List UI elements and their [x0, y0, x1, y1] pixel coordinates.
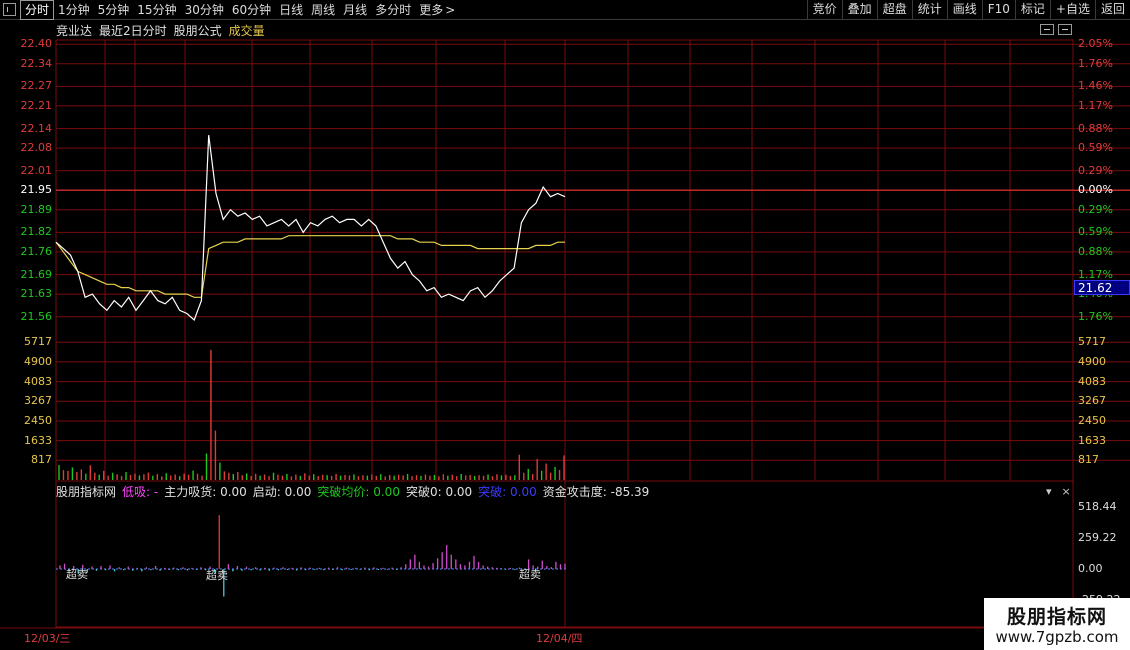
price-tick-label: 22.34: [20, 56, 53, 70]
price-tick-label: 22.08: [20, 141, 53, 155]
volume-tick-label: 3267: [24, 394, 52, 408]
indicator-tick-label: 518.44: [1078, 500, 1117, 513]
percent-tick-label: 1.46%: [1078, 79, 1113, 93]
percent-tick-label: 1.76%: [1078, 56, 1113, 70]
price-tick-label: 22.21: [20, 98, 53, 112]
indicator-name: 股朋指标网: [56, 484, 117, 499]
volume-tick-label: 1633: [24, 433, 52, 447]
volume-tick-label: 817: [31, 453, 52, 467]
date-label-day2: 12/04/四: [536, 632, 583, 645]
volume-tick-label: 2450: [1078, 413, 1106, 427]
percent-tick-label: 1.17%: [1078, 267, 1113, 281]
indicator-start: 启动: 0.00: [252, 484, 312, 499]
percent-tick-label: 0.59%: [1078, 225, 1113, 239]
volume-tick-label: 1633: [1078, 433, 1106, 447]
percent-tick-label: 2.05%: [1078, 37, 1113, 51]
oversold-note: 超卖: [519, 568, 541, 581]
current-price-tag: 21.62: [1074, 280, 1130, 295]
price-tick-label: 21.76: [20, 244, 53, 258]
volume-tick-label: 3267: [1078, 394, 1106, 408]
price-tick-label: 21.69: [20, 267, 53, 281]
percent-tick-label: 0.88%: [1078, 121, 1113, 135]
oversold-note: 超卖: [66, 568, 88, 581]
indicator-low-absorb: 低吸: -: [122, 484, 159, 499]
price-tick-label: 22.01: [20, 163, 53, 177]
indicator-break0: 突破0: 0.00: [405, 484, 473, 499]
volume-tick-label: 4900: [1078, 354, 1106, 368]
percent-tick-label: 0.29%: [1078, 202, 1113, 216]
close-icon[interactable]: ×: [1062, 485, 1071, 498]
price-tick-label: 21.82: [20, 225, 53, 239]
price-tick-label: 21.89: [20, 202, 53, 216]
chevron-down-icon[interactable]: ▾: [1046, 485, 1052, 498]
watermark: 股朋指标网 www.7gpzb.com: [984, 598, 1130, 650]
watermark-title: 股朋指标网: [1006, 606, 1107, 628]
indicator-main-buy: 主力吸货: 0.00: [164, 484, 247, 499]
indicator-tick-label: 259.22: [1078, 531, 1117, 544]
indicator-tick-label: 0.00: [1078, 562, 1103, 575]
indicator-legend: 股朋指标网 低吸: - 主力吸货: 0.00 启动: 0.00 突破均价: 0.…: [56, 484, 655, 499]
price-tick-label: 21.95: [20, 183, 53, 197]
oversold-note: 超卖: [206, 569, 228, 582]
price-tick-label: 21.63: [20, 287, 53, 301]
price-tick-label: 22.14: [20, 121, 53, 135]
percent-tick-label: 0.29%: [1078, 163, 1113, 177]
volume-tick-label: 5717: [24, 335, 52, 349]
indicator-tools: ▾ ×: [1046, 485, 1081, 498]
volume-tick-label: 4900: [24, 354, 52, 368]
volume-tick-label: 817: [1078, 453, 1099, 467]
indicator-fund-attack: 资金攻击度: -85.39: [542, 484, 650, 499]
volume-tick-label: 4083: [1078, 374, 1106, 388]
indicator-break: 突破: 0.00: [478, 484, 537, 499]
watermark-url: www.7gpzb.com: [995, 628, 1119, 646]
volume-tick-label: 5717: [1078, 335, 1106, 349]
volume-tick-label: 4083: [24, 374, 52, 388]
date-label-day1: 12/03/三: [24, 632, 71, 645]
volume-tick-label: 2450: [24, 413, 52, 427]
price-tick-label: 21.56: [20, 309, 53, 323]
percent-tick-label: 0.59%: [1078, 141, 1113, 155]
percent-tick-label: 1.17%: [1078, 98, 1113, 112]
percent-tick-label: 0.00%: [1078, 183, 1113, 197]
percent-tick-label: 0.88%: [1078, 244, 1113, 258]
timeshare-chart[interactable]: [0, 0, 1130, 650]
price-tick-label: 22.27: [20, 79, 53, 93]
price-tick-label: 22.40: [20, 37, 53, 51]
percent-tick-label: 1.76%: [1078, 309, 1113, 323]
indicator-break-avg: 突破均价: 0.00: [317, 484, 400, 499]
